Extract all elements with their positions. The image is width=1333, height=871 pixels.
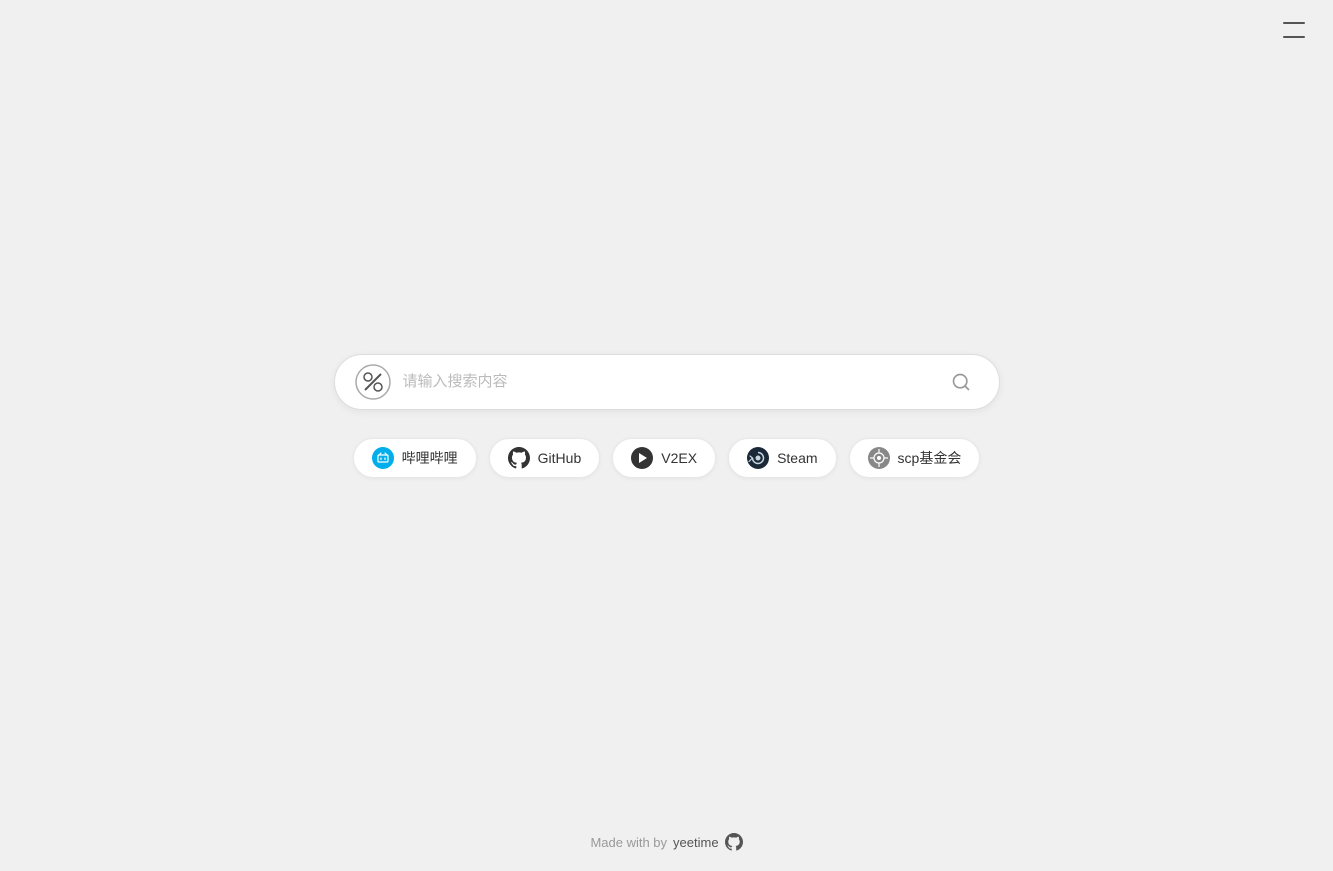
scp-label: scp基金会 [898,448,962,468]
github-label: GitHub [538,450,582,466]
shortcut-github[interactable]: GitHub [489,438,601,478]
search-input[interactable] [403,373,943,390]
footer-github-icon [725,833,743,851]
main-content: 哔哩哔哩 GitHub V2EX [0,0,1333,831]
github-icon [508,447,530,469]
search-bar [334,354,1000,410]
shortcut-v2ex[interactable]: V2EX [612,438,716,478]
logo-svg [355,364,391,400]
steam-label: Steam [777,450,817,466]
shortcut-scp[interactable]: scp基金会 [849,438,981,478]
footer-prefix: Made with by [590,835,667,850]
bilibili-label: 哔哩哔哩 [402,448,458,468]
shortcut-steam[interactable]: Steam [728,438,836,478]
shortcut-bilibili[interactable]: 哔哩哔哩 [353,438,477,478]
bilibili-icon [372,447,394,469]
v2ex-icon [631,447,653,469]
footer-brand: yeetime [673,835,719,850]
scp-icon [868,447,890,469]
steam-icon [747,447,769,469]
footer: Made with by yeetime [0,833,1333,851]
search-submit-button[interactable] [943,364,979,400]
shortcuts-row: 哔哩哔哩 GitHub V2EX [353,438,981,478]
search-logo [355,364,391,400]
v2ex-label: V2EX [661,450,697,466]
